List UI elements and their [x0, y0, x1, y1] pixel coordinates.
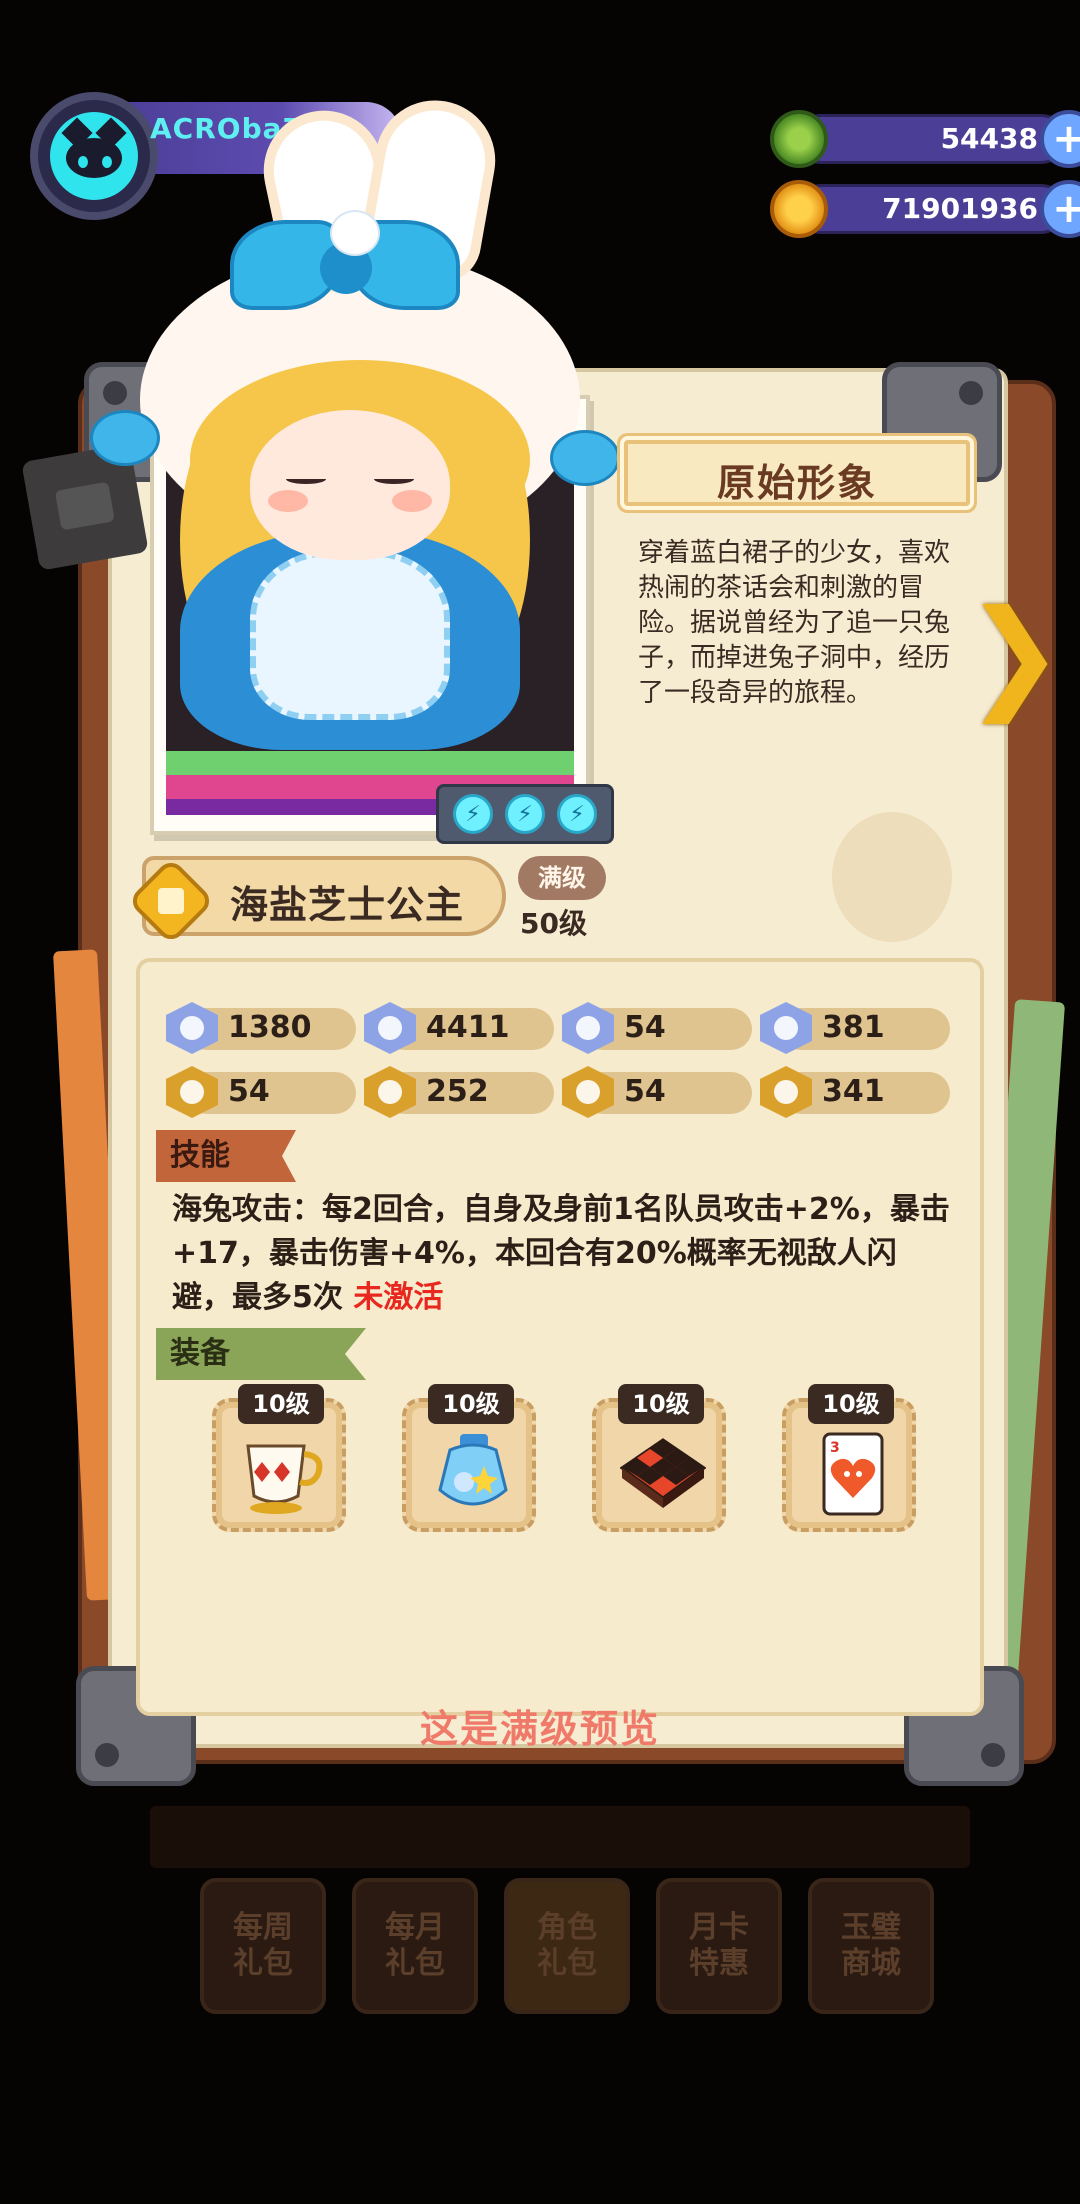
character-art — [80, 90, 620, 790]
equip-slot-teacup[interactable]: 10级 — [212, 1384, 346, 1532]
coins-value: 71901936 — [882, 192, 1038, 225]
gems-value: 54438 — [940, 122, 1038, 155]
gold-planet-coin-icon — [770, 180, 828, 238]
checkerboard-icon — [619, 1432, 707, 1516]
equip-slot-board[interactable]: 10级 — [592, 1384, 726, 1532]
green-gem-icon — [770, 110, 828, 168]
equip-slot-jar[interactable]: 10级 — [402, 1384, 536, 1532]
equipment-section-tag: 装备 — [156, 1328, 366, 1380]
equip-slot-card[interactable]: 10级 3 — [782, 1384, 916, 1532]
stat-hp: 1380 — [166, 1002, 356, 1054]
stat-crit: 381 — [760, 1002, 950, 1054]
weekly-pack-button[interactable]: 每周礼包 — [200, 1878, 326, 2014]
max-level-badge: 满级 — [518, 856, 606, 900]
character-name-plate: 海盐芝士公主 — [127, 856, 506, 945]
appearance-title: 原始形象 — [624, 440, 970, 506]
character-name: 海盐芝士公主 — [230, 883, 465, 927]
jade-shop-button[interactable]: 玉璧商城 — [808, 1878, 934, 2014]
stat-resist: 341 — [760, 1066, 950, 1118]
mini-bunny-icon — [330, 210, 380, 256]
equip-level: 10级 — [428, 1384, 514, 1424]
stat-attack: 4411 — [364, 1002, 554, 1054]
character-level: 50级 — [520, 907, 587, 940]
stat-dodge: 252 — [364, 1066, 554, 1118]
character-pack-button[interactable]: 角色礼包 — [504, 1878, 630, 2014]
lightning-icon: ⚡ — [453, 794, 493, 834]
energy-pips: ⚡ ⚡ ⚡ — [436, 784, 614, 844]
stat-speed: 54 — [166, 1066, 356, 1118]
svg-text:3: 3 — [830, 1440, 840, 1456]
currency-gems: 54438 + — [770, 110, 1080, 168]
max-level-preview-note: 这是满级预览 — [419, 1707, 660, 1751]
skill-section-tag: 技能 — [156, 1130, 296, 1182]
teacup-icon — [240, 1432, 326, 1516]
heart-card-icon: 3 — [810, 1432, 896, 1516]
lightning-icon: ⚡ — [557, 794, 597, 834]
character-description: 穿着蓝白裙子的少女，喜欢热闹的茶话会和刺激的冒险。据说曾经为了追一只兔子，而掉进… — [638, 538, 951, 708]
appearance-title-text: 原始形象 — [716, 461, 877, 505]
stat-strength: 54 — [562, 1066, 752, 1118]
skill-description: 海兔攻击：每2回合，自身及身前1名队员攻击+2%，暴击+17，暴击伤害+4%，本… — [172, 1188, 952, 1320]
skill-status: 未激活 — [353, 1280, 444, 1315]
equip-level: 10级 — [618, 1384, 704, 1424]
currency-coins: 71901936 + — [770, 180, 1080, 238]
stat-defense: 54 — [562, 1002, 752, 1054]
equip-level: 10级 — [808, 1384, 894, 1424]
equip-level: 10级 — [238, 1384, 324, 1424]
next-page-arrow-icon[interactable]: ❯ — [964, 595, 1065, 715]
cookie-watermark-icon — [832, 812, 952, 942]
lightning-icon: ⚡ — [505, 794, 545, 834]
skill-text: 海兔攻击：每2回合，自身及身前1名队员攻击+2%，暴击+17，暴击伤害+4%，本… — [172, 1192, 950, 1315]
cookie-jar-icon — [430, 1432, 516, 1516]
monthly-pack-button[interactable]: 每月礼包 — [352, 1878, 478, 2014]
monthly-card-button[interactable]: 月卡特惠 — [656, 1878, 782, 2014]
shop-header-bar — [150, 1806, 970, 1868]
